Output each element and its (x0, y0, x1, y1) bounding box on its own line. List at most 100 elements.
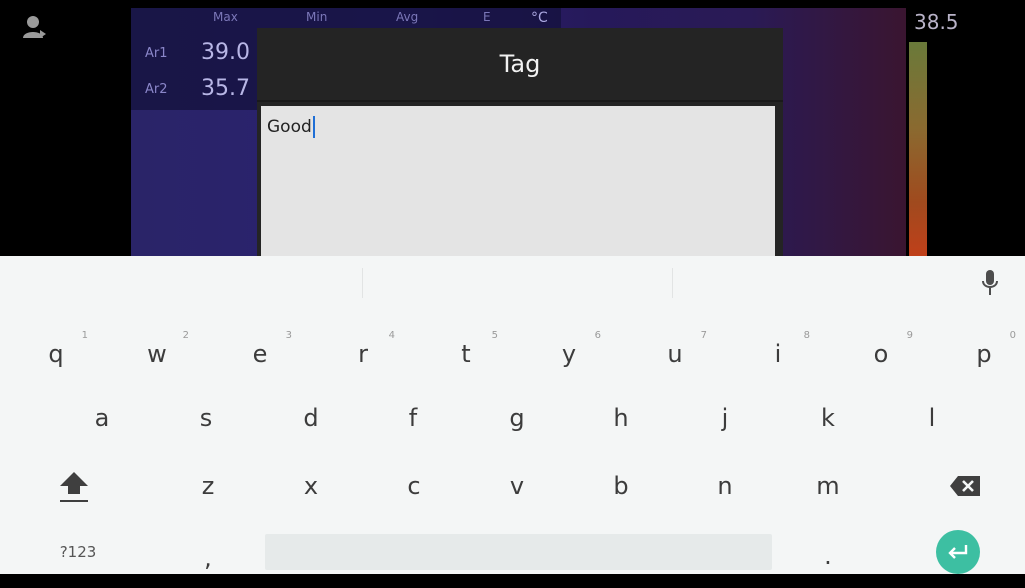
user-icon[interactable] (22, 14, 48, 40)
key-label: ?123 (59, 543, 97, 561)
suggestion-divider (672, 268, 673, 298)
key-hint: 7 (700, 330, 707, 341)
key-label: o (873, 340, 889, 368)
backspace-key[interactable] (935, 456, 995, 516)
key-hint: 1 (81, 330, 88, 341)
key-label: y (561, 340, 577, 368)
stats-header-e: E (483, 10, 491, 24)
stats-header-unit: °C (531, 10, 548, 26)
key-u[interactable]: u7 (645, 324, 707, 384)
key-label: u (667, 340, 683, 368)
key-b[interactable]: b (591, 456, 651, 516)
key-label: p (976, 340, 992, 368)
key-i[interactable]: i8 (748, 324, 810, 384)
key-label: i (774, 340, 782, 368)
key-label: s (199, 404, 213, 432)
key-w[interactable]: w2 (127, 324, 189, 384)
microphone-icon (982, 270, 998, 295)
key-l[interactable]: l (902, 388, 962, 448)
key-label: j (721, 404, 729, 432)
key-label: q (48, 340, 64, 368)
enter-button[interactable] (931, 528, 985, 576)
key-label: h (613, 404, 629, 432)
key-e[interactable]: e3 (230, 324, 292, 384)
period-key[interactable]: . (798, 526, 858, 586)
key-label: w (147, 340, 167, 368)
key-label: f (408, 404, 418, 432)
temperature-color-scale (909, 42, 927, 256)
suggestion-strip (0, 256, 1025, 308)
key-y[interactable]: y6 (539, 324, 601, 384)
key-label: a (94, 404, 110, 432)
stats-header-max: Max (213, 10, 238, 24)
key-label: d (303, 404, 319, 432)
key-hint: 0 (1009, 330, 1016, 341)
area2-label: Ar2 (145, 82, 168, 97)
key-p[interactable]: p0 (954, 324, 1016, 384)
key-label: t (461, 340, 471, 368)
key-label: r (358, 340, 368, 368)
key-g[interactable]: g (487, 388, 547, 448)
key-label: , (204, 544, 212, 572)
key-label: c (407, 472, 421, 500)
soft-keyboard: q1 w2 e3 r4 t5 y6 u7 i8 o9 p0 a s d f g … (0, 256, 1025, 574)
key-label: e (252, 340, 268, 368)
key-o[interactable]: o9 (851, 324, 913, 384)
tag-dialog: Tag Good (257, 28, 783, 256)
key-hint: 5 (491, 330, 498, 341)
enter-circle (936, 530, 980, 574)
key-label: x (303, 472, 319, 500)
enter-icon (948, 545, 968, 559)
key-hint: 2 (182, 330, 189, 341)
stats-header-avg: Avg (396, 10, 419, 24)
stats-header-min: Min (306, 10, 328, 24)
key-x[interactable]: x (281, 456, 341, 516)
comma-key[interactable]: , (178, 528, 238, 588)
key-label: v (509, 472, 525, 500)
symbols-key[interactable]: ?123 (48, 522, 108, 582)
key-v[interactable]: v (487, 456, 547, 516)
key-d[interactable]: d (281, 388, 341, 448)
shift-icon (60, 472, 88, 502)
key-label: n (717, 472, 733, 500)
backspace-icon (950, 476, 980, 496)
key-m[interactable]: m (798, 456, 858, 516)
key-r[interactable]: r4 (333, 324, 395, 384)
area1-label: Ar1 (145, 46, 168, 61)
key-label: m (816, 472, 840, 500)
scale-max-value: 38.5 (914, 10, 959, 34)
dialog-title: Tag (499, 50, 541, 78)
key-h[interactable]: h (591, 388, 651, 448)
key-label: b (613, 472, 629, 500)
tag-input-text: Good (267, 117, 312, 137)
suggestion-divider (362, 268, 363, 298)
voice-input-button[interactable] (972, 264, 1008, 302)
key-label: . (824, 542, 832, 570)
key-f[interactable]: f (383, 388, 443, 448)
key-z[interactable]: z (178, 456, 238, 516)
key-q[interactable]: q1 (26, 324, 88, 384)
spacebar[interactable] (265, 534, 772, 570)
key-label: l (928, 404, 936, 432)
key-j[interactable]: j (695, 388, 755, 448)
key-label: g (509, 404, 525, 432)
key-s[interactable]: s (176, 388, 236, 448)
key-t[interactable]: t5 (436, 324, 498, 384)
key-hint: 9 (906, 330, 913, 341)
dialog-divider (257, 100, 783, 102)
key-hint: 4 (388, 330, 395, 341)
key-a[interactable]: a (72, 388, 132, 448)
key-n[interactable]: n (695, 456, 755, 516)
text-caret (312, 116, 315, 138)
key-c[interactable]: c (384, 456, 444, 516)
key-hint: 8 (803, 330, 810, 341)
key-hint: 6 (594, 330, 601, 341)
key-label: z (201, 472, 215, 500)
key-k[interactable]: k (798, 388, 858, 448)
tag-input-field[interactable]: Good (261, 106, 775, 256)
area2-max-value: 35.7 (201, 76, 250, 101)
key-hint: 3 (285, 330, 292, 341)
key-label: k (821, 404, 835, 432)
shift-key[interactable] (44, 456, 104, 516)
area1-max-value: 39.0 (201, 40, 250, 65)
